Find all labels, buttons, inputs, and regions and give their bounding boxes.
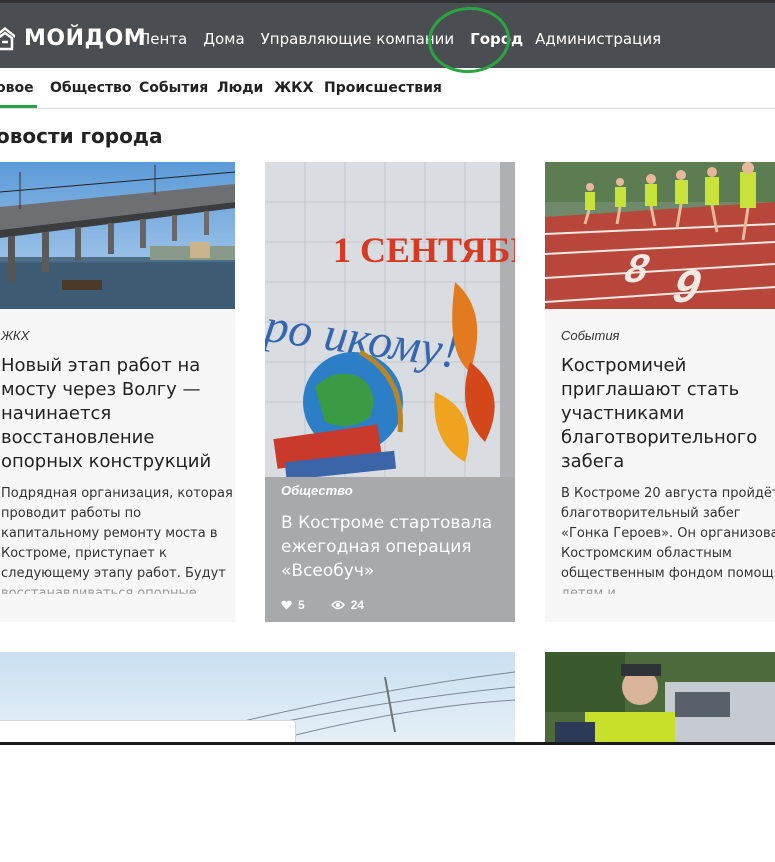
heart-icon <box>281 600 292 610</box>
views-stat: 24 <box>330 598 365 612</box>
news-card[interactable]: 8 9 События Костромичей приглашают стать… <box>545 162 775 622</box>
nav-item-lenta[interactable]: Лента <box>139 30 187 48</box>
site-logo[interactable]: МОЙДОМ <box>0 25 146 51</box>
likes-count: 5 <box>298 598 305 612</box>
nav-item-management-companies[interactable]: Управляющие компании <box>261 30 454 48</box>
tab-people[interactable]: Люди <box>217 80 263 96</box>
card-title[interactable]: В Костроме стартовала ежегодная операция… <box>281 511 501 583</box>
top-navigation-bar: МОЙДОМ Лента Дома Управляющие компании Г… <box>0 0 775 68</box>
category-tabs: овое Общество События Люди ЖКХ Происшест… <box>0 68 775 109</box>
logo-text: МОЙДОМ <box>24 25 147 51</box>
news-card-partial[interactable] <box>545 652 775 744</box>
eye-icon <box>330 600 345 610</box>
tab-incidents[interactable]: Происшествия <box>324 80 442 96</box>
bridge-photo <box>0 162 235 309</box>
poster-text: 1 СЕНТЯБРЯ <box>333 230 515 270</box>
nav-item-doma[interactable]: Дома <box>203 30 244 48</box>
card-stats: 5 24 <box>281 598 390 612</box>
tab-zhkh[interactable]: ЖКХ <box>274 80 313 96</box>
main-nav: Лента Дома Управляющие компании Город Ад… <box>139 30 677 48</box>
nav-item-administration[interactable]: Администрация <box>535 30 661 48</box>
text-fade <box>545 576 775 606</box>
tab-events[interactable]: События <box>139 80 208 96</box>
news-card[interactable]: ЖКХ Новый этап работ на мосту через Волг… <box>0 162 235 622</box>
popup-panel-edge <box>0 720 296 744</box>
card-category: Общество <box>281 483 353 498</box>
likes-stat[interactable]: 5 <box>281 598 305 612</box>
window-bottom-edge <box>0 742 775 745</box>
section-title: овости города <box>0 124 163 148</box>
text-fade <box>0 576 235 606</box>
card-title[interactable]: Костромичей приглашают стать участниками… <box>561 354 771 474</box>
views-count: 24 <box>350 598 365 612</box>
house-logo-icon <box>0 27 15 51</box>
card-category: ЖКХ <box>1 328 30 343</box>
card-title[interactable]: Новый этап работ на мосту через Волгу — … <box>1 354 231 474</box>
running-race-photo: 8 9 <box>545 162 775 309</box>
tab-new[interactable]: овое <box>0 80 34 96</box>
news-card-featured[interactable]: 1 СЕНТЯБРЯ ро икому! Общество В Костроме… <box>265 162 515 622</box>
police-officer-photo <box>545 652 775 744</box>
active-tab-indicator <box>0 105 37 108</box>
card-category: События <box>561 328 620 343</box>
tab-society[interactable]: Общество <box>50 80 132 96</box>
